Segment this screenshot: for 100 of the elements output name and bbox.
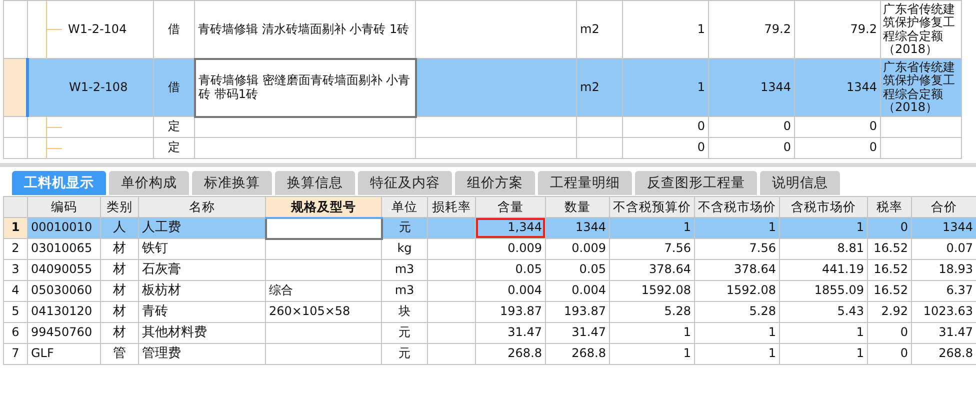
table-cell: 1 [780, 322, 868, 344]
table-cell: 31.47 [546, 322, 610, 344]
table-cell: 青砖墙修辑 密缝磨面青砖墙面剔补 小青砖 带码1砖 [194, 58, 416, 116]
table-cell: 0.004 [546, 280, 610, 302]
table-cell: 材 [100, 280, 138, 302]
table-cell: 其他材料费 [138, 322, 266, 344]
table-cell: 1,344 [476, 218, 546, 238]
table-cell: 1344 [794, 58, 880, 116]
column-header: 含税市场价 [780, 196, 868, 218]
tab[interactable]: 工程量明细 [538, 171, 632, 195]
column-header: 不含税市场价 [694, 196, 780, 218]
table-cell: 0.05 [476, 260, 546, 280]
table-cell: kg [382, 238, 428, 260]
table-cell: 1344 [708, 58, 794, 116]
table-cell: 0.009 [476, 238, 546, 260]
table-cell: 元 [382, 322, 428, 344]
table-cell: 378.64 [610, 260, 694, 280]
table-cell: 1 [694, 218, 780, 238]
table-row[interactable]: 2 03010065 材 铁钉 kg 0.009 0.009 7.56 7.56 8.81 16.52 0.07 [4, 238, 976, 260]
table-cell: 人 [100, 218, 138, 238]
tab[interactable]: 组价方案 [455, 171, 535, 195]
table-cell: 元 [382, 344, 428, 364]
table-cell: 5.28 [610, 302, 694, 322]
table-cell: 1 [610, 344, 694, 364]
table-cell: W1-2-104 [28, 0, 154, 58]
table-row[interactable]: 6 99450760 材 其他材料费 元 31.47 31.47 1 1 1 0 31.47 [4, 322, 976, 344]
table-row[interactable]: 5 04130120 材 青砖 260×105×58 块 193.87 193.87 5.28 5.28 5.43 2.92 1023.63 [4, 302, 976, 322]
table-cell: 00010010 [28, 218, 100, 238]
table-cell: 1 [780, 344, 868, 364]
tab[interactable]: 说明信息 [760, 171, 840, 195]
row-number: 3 [4, 260, 28, 280]
table-cell: 0 [868, 344, 912, 364]
table-row[interactable]: 定 0 0 0 [4, 138, 962, 158]
table-cell: 0 [708, 138, 794, 158]
table-cell: 193.87 [546, 302, 610, 322]
table-cell: 综合 [266, 280, 382, 302]
table-cell: 0.004 [476, 280, 546, 302]
row-number: 6 [4, 322, 28, 344]
table-cell: 0.009 [546, 238, 610, 260]
table-cell: 1344 [912, 218, 976, 238]
row-number: 5 [4, 302, 28, 322]
table-cell: 2.92 [868, 302, 912, 322]
table-cell: 定 [154, 138, 194, 158]
table-cell: GLF [28, 344, 100, 364]
column-header: 编码 [28, 196, 100, 218]
table-cell: 0 [794, 116, 880, 138]
table-row[interactable]: 7 GLF 管 管理费 元 268.8 268.8 1 1 1 0 268.8 [4, 344, 976, 364]
table-cell: 块 [382, 302, 428, 322]
table-cell: 人工费 [138, 218, 266, 238]
table-row[interactable]: 1 00010010 人 人工费 元 1,344 1344 1 1 1 0 1344 [4, 218, 976, 238]
table-cell: 260×105×58 [266, 302, 382, 322]
tab[interactable]: 标准换算 [192, 171, 272, 195]
table-cell: 石灰膏 [138, 260, 266, 280]
table-cell: 借 [154, 58, 194, 116]
table-cell: 04090055 [28, 260, 100, 280]
table-cell: 0 [794, 138, 880, 158]
table-cell: m3 [382, 280, 428, 302]
table-cell: 8.81 [780, 238, 868, 260]
tab[interactable]: 换算信息 [275, 171, 355, 195]
table-cell: 1 [694, 344, 780, 364]
row-number: 1 [4, 218, 28, 238]
table-cell: 1592.08 [610, 280, 694, 302]
table-cell: 1 [610, 322, 694, 344]
column-header: 名称 [138, 196, 266, 218]
table-cell: 定 [154, 116, 194, 138]
table-cell: 5.28 [694, 302, 780, 322]
column-header: 损耗率 [428, 196, 476, 218]
table-cell: 7.56 [610, 238, 694, 260]
table-cell: 16.52 [868, 280, 912, 302]
table-cell: 1855.09 [780, 280, 868, 302]
column-header: 含量 [476, 196, 546, 218]
table-cell: 铁钉 [138, 238, 266, 260]
tab[interactable]: 反查图形工程量 [635, 171, 757, 195]
table-cell: 441.19 [780, 260, 868, 280]
table-row[interactable]: 定 0 0 0 [4, 116, 962, 138]
table-cell: 0 [708, 116, 794, 138]
column-header: 规格及型号 [266, 196, 382, 218]
table-cell: 0 [868, 322, 912, 344]
table-cell: 元 [382, 218, 428, 238]
table-cell: 16.52 [868, 260, 912, 280]
tab[interactable]: 单价构成 [109, 171, 189, 195]
row-number: 7 [4, 344, 28, 364]
table-cell: 0 [868, 218, 912, 238]
table-cell: 青砖 [138, 302, 266, 322]
table-cell: 5.43 [780, 302, 868, 322]
table-cell: 广东省传统建筑保护修复工程综合定额（2018） [880, 58, 962, 116]
table-row[interactable]: 3 04090055 材 石灰膏 m3 0.05 0.05 378.64 378.64 441.19 16.52 18.93 [4, 260, 976, 280]
column-header: 合价 [912, 196, 976, 218]
table-cell: m3 [382, 260, 428, 280]
tab[interactable]: 特征及内容 [358, 171, 452, 195]
table-cell: W1-2-108 [28, 58, 154, 116]
table-cell: 03010065 [28, 238, 100, 260]
table-cell: 1 [622, 58, 708, 116]
table-cell: 材 [100, 238, 138, 260]
table-cell: 378.64 [694, 260, 780, 280]
table-row[interactable]: 4 05030060 材 板枋材 综合 m3 0.004 0.004 1592.08 1592.08 1855.09 16.52 6.37 [4, 280, 976, 302]
table-cell: 04130120 [28, 302, 100, 322]
table-cell: 0 [622, 116, 708, 138]
table-cell: 16.52 [868, 238, 912, 260]
table-cell: 管理费 [138, 344, 266, 364]
